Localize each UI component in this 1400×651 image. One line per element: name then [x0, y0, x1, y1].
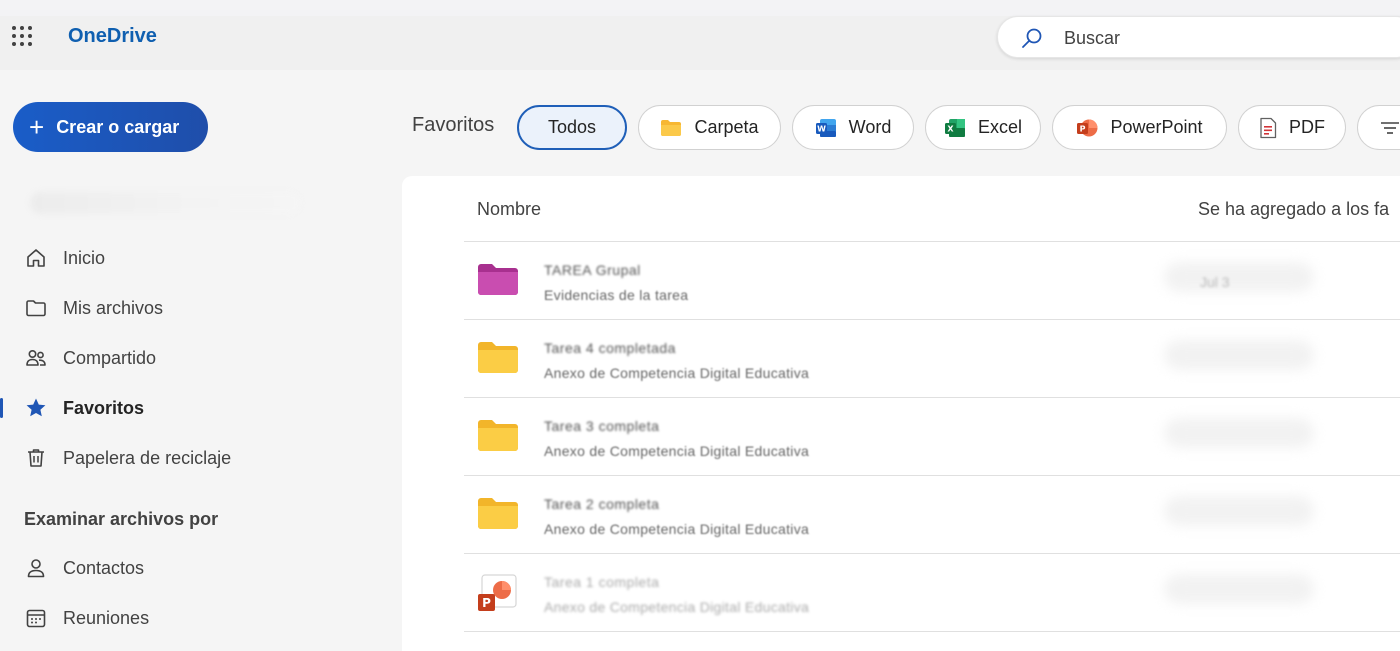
- sidebar-item-label: Favoritos: [63, 397, 145, 418]
- search-placeholder: Buscar: [1064, 28, 1121, 48]
- chip-label: Word: [848, 117, 892, 137]
- folder-icon: [478, 420, 518, 451]
- word-icon: W: [815, 118, 836, 137]
- sidebar-item-home[interactable]: Inicio: [24, 243, 105, 273]
- people-icon: [26, 350, 46, 366]
- chip-label: Carpeta: [694, 117, 759, 137]
- file-name[interactable]: Tarea 2 completa: [544, 496, 659, 512]
- powerpoint-file-icon: P: [478, 574, 517, 611]
- sidebar-item-label: Mis archivos: [63, 297, 164, 318]
- sidebar-item-meetings[interactable]: Reuniones: [24, 603, 149, 633]
- active-indicator: [0, 398, 3, 418]
- page-title: Favoritos: [412, 114, 495, 136]
- star-icon: [26, 398, 46, 417]
- sidebar-item-shared[interactable]: Compartido: [24, 343, 156, 373]
- table-row[interactable]: Tarea 4 completada Anexo de Competencia …: [464, 320, 1400, 398]
- filter-icon: [1381, 121, 1399, 134]
- file-name[interactable]: Tarea 3 completa: [544, 418, 659, 434]
- added-date: Jul 3: [1200, 274, 1230, 290]
- file-location: Anexo de Competencia Digital Educativa: [544, 443, 810, 459]
- shared-folder-icon: [478, 264, 518, 295]
- file-name[interactable]: Tarea 1 completa: [544, 574, 659, 590]
- sidebar-item-label: Inicio: [63, 247, 106, 268]
- filter-chip-word[interactable]: W Word: [792, 105, 914, 150]
- svg-text:X: X: [947, 124, 954, 133]
- sidebar-item-label: Compartido: [63, 347, 157, 368]
- blurred-owner: [1164, 262, 1314, 292]
- blurred-owner: [1164, 340, 1314, 370]
- sidebar-item-recycle-bin[interactable]: Papelera de reciclaje: [24, 443, 231, 473]
- column-header-name[interactable]: Nombre: [477, 199, 541, 220]
- chip-label: PDF: [1289, 117, 1325, 137]
- file-location: Anexo de Competencia Digital Educativa: [544, 365, 810, 381]
- blurred-owner: [1164, 418, 1314, 448]
- sidebar-item-contacts[interactable]: Contactos: [24, 553, 144, 583]
- filter-chip-folder[interactable]: Carpeta: [638, 105, 781, 150]
- sidebar-item-my-files[interactable]: Mis archivos: [24, 293, 163, 323]
- account-info-blurred: [30, 192, 300, 214]
- sidebar-item-label: Contactos: [63, 557, 145, 578]
- trash-icon: [28, 449, 44, 467]
- app-launcher-icon[interactable]: [12, 26, 34, 46]
- browse-section-heading: Examinar archivos por: [24, 509, 219, 529]
- calendar-icon: [26, 609, 46, 628]
- table-row[interactable]: TAREA Grupal Evidencias de la tarea Jul …: [464, 242, 1400, 320]
- svg-text:P: P: [482, 596, 491, 610]
- file-location: Anexo de Competencia Digital Educativa: [544, 599, 810, 615]
- chip-label: Excel: [977, 117, 1022, 137]
- chip-label: PowerPoint: [1110, 117, 1203, 137]
- filter-chip-pdf[interactable]: PDF: [1238, 105, 1346, 150]
- folder-icon: [478, 498, 518, 529]
- filter-chip-excel[interactable]: X Excel: [925, 105, 1041, 150]
- folder-icon: [661, 119, 682, 136]
- table-row[interactable]: Tarea 2 completa Anexo de Competencia Di…: [464, 476, 1400, 554]
- chip-label: Todos: [547, 117, 597, 137]
- filter-chip-powerpoint[interactable]: P PowerPoint: [1052, 105, 1227, 150]
- app-title[interactable]: OneDrive: [68, 25, 157, 48]
- file-name[interactable]: TAREA Grupal: [544, 262, 641, 278]
- filter-more-button[interactable]: [1357, 105, 1400, 150]
- table-row[interactable]: Tarea 3 completa Anexo de Competencia Di…: [464, 398, 1400, 476]
- create-upload-button[interactable]: + Crear o cargar: [13, 102, 208, 152]
- top-bar: OneDrive Buscar: [0, 0, 1400, 70]
- file-name[interactable]: Tarea 4 completada: [544, 340, 676, 356]
- table-row[interactable]: P Tarea 1 completa Anexo de Competencia …: [464, 554, 1400, 632]
- home-icon: [27, 249, 45, 267]
- powerpoint-icon: P: [1077, 119, 1098, 136]
- svg-text:W: W: [817, 124, 826, 133]
- plus-icon: +: [29, 112, 45, 142]
- top-strip: [0, 0, 1400, 16]
- file-location: Anexo de Competencia Digital Educativa: [544, 521, 810, 537]
- folder-icon: [478, 342, 518, 373]
- sidebar-item-favorites[interactable]: Favoritos: [24, 393, 144, 423]
- folder-icon: [26, 300, 46, 317]
- person-icon: [27, 559, 45, 578]
- excel-icon: X: [944, 118, 965, 137]
- sidebar-item-label: Reuniones: [63, 607, 150, 628]
- column-header-added[interactable]: Se ha agregado a los fa: [1198, 199, 1389, 220]
- pdf-icon: [1260, 117, 1277, 138]
- file-location: Evidencias de la tarea: [544, 287, 689, 303]
- search-input[interactable]: Buscar: [997, 16, 1400, 58]
- blurred-owner: [1164, 496, 1314, 526]
- sidebar-item-label: Papelera de reciclaje: [63, 447, 232, 468]
- blurred-owner: [1164, 574, 1314, 604]
- filter-chip-all[interactable]: Todos: [517, 105, 627, 150]
- search-icon: [1022, 28, 1042, 48]
- svg-text:P: P: [1080, 124, 1086, 133]
- create-upload-label: Crear o cargar: [56, 116, 180, 137]
